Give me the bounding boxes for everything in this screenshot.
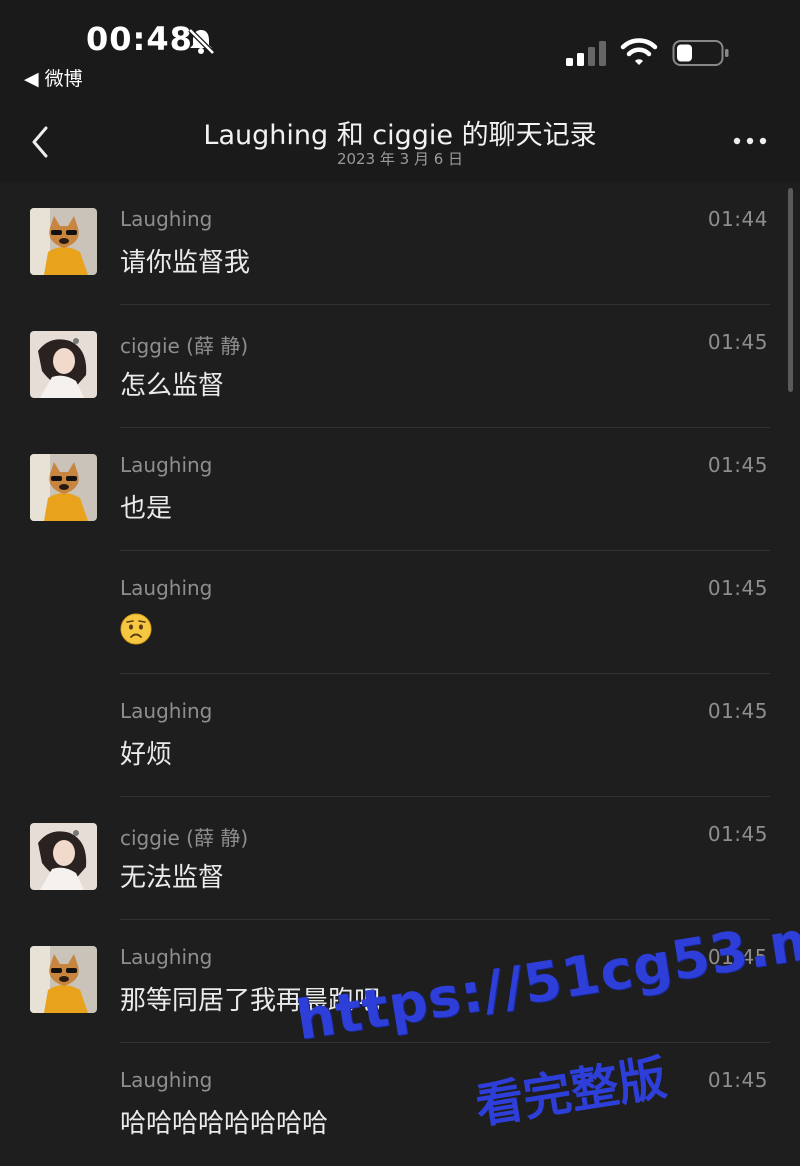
message-time: 01:45: [707, 576, 768, 600]
list-item[interactable]: Laughing 01:45 那等同居了我再晨跑吧: [0, 920, 786, 1043]
scrollbar[interactable]: [788, 188, 793, 392]
back-to-app-link[interactable]: ◀ 微博: [24, 64, 83, 91]
worried-face-icon: [120, 613, 152, 645]
avatar-girl[interactable]: [30, 331, 97, 398]
message-time: 01:45: [707, 822, 768, 846]
message-time: 01:45: [707, 453, 768, 477]
list-item[interactable]: ciggie (薛 静) 01:45 怎么监督: [0, 305, 786, 428]
avatar-dog[interactable]: [30, 454, 97, 521]
message-text: 哈哈哈哈哈哈哈哈: [120, 1109, 329, 1139]
list-item[interactable]: Laughing 01:45 也是: [0, 428, 786, 551]
sender-name: Laughing: [120, 1068, 213, 1092]
bell-muted-icon: [188, 28, 215, 55]
battery-icon: [672, 40, 729, 66]
avatar-dog[interactable]: [30, 208, 97, 275]
page-subtitle-date: 2023 年 3 月 6 日: [336, 150, 464, 168]
message-text: 那等同居了我再晨跑吧: [120, 986, 381, 1016]
avatar-girl[interactable]: [30, 823, 97, 890]
list-item[interactable]: Laughing 01:45 哈哈哈哈哈哈哈哈: [0, 1043, 786, 1166]
message-time: 01:45: [707, 330, 768, 354]
message-text: 好烦: [120, 740, 173, 770]
message-time: 01:44: [707, 207, 768, 231]
message-text: 也是: [120, 494, 173, 524]
message-time: 01:45: [707, 945, 768, 969]
sender-name: ciggie (薛 静): [120, 826, 249, 850]
message-text: 请你监督我: [120, 248, 251, 278]
nav-bar: Laughing 和 ciggie 的聊天记录 2023 年 3 月 6 日: [0, 100, 800, 182]
sender-name: Laughing: [120, 945, 213, 969]
list-item[interactable]: Laughing 01:45 好烦: [0, 674, 786, 797]
list-item[interactable]: Laughing 01:45: [0, 551, 786, 674]
message-text: 无法监督: [120, 863, 225, 893]
page-title: Laughing 和 ciggie 的聊天记录: [203, 120, 597, 151]
sender-name: Laughing: [120, 576, 213, 600]
list-item[interactable]: ciggie (薛 静) 01:45 无法监督: [0, 797, 786, 920]
clock: 00:48: [86, 20, 193, 58]
message-time: 01:45: [707, 1068, 768, 1092]
sender-name: Laughing: [120, 207, 213, 231]
sender-name: Laughing: [120, 699, 213, 723]
more-icon[interactable]: [730, 128, 770, 154]
list-item[interactable]: Laughing 01:44 请你监督我: [0, 182, 786, 305]
message-text: 怎么监督: [120, 371, 225, 401]
status-bar: 00:48 ◀ 微博: [0, 0, 800, 100]
sender-name: Laughing: [120, 453, 213, 477]
message-time: 01:45: [707, 699, 768, 723]
sender-name: ciggie (薛 静): [120, 334, 249, 358]
wifi-icon: [620, 38, 658, 65]
signal-icon: [566, 41, 606, 66]
chat-record-list[interactable]: Laughing 01:44 请你监督我 ciggie (薛 静) 01:45 …: [0, 182, 800, 1163]
avatar-dog[interactable]: [30, 946, 97, 1013]
